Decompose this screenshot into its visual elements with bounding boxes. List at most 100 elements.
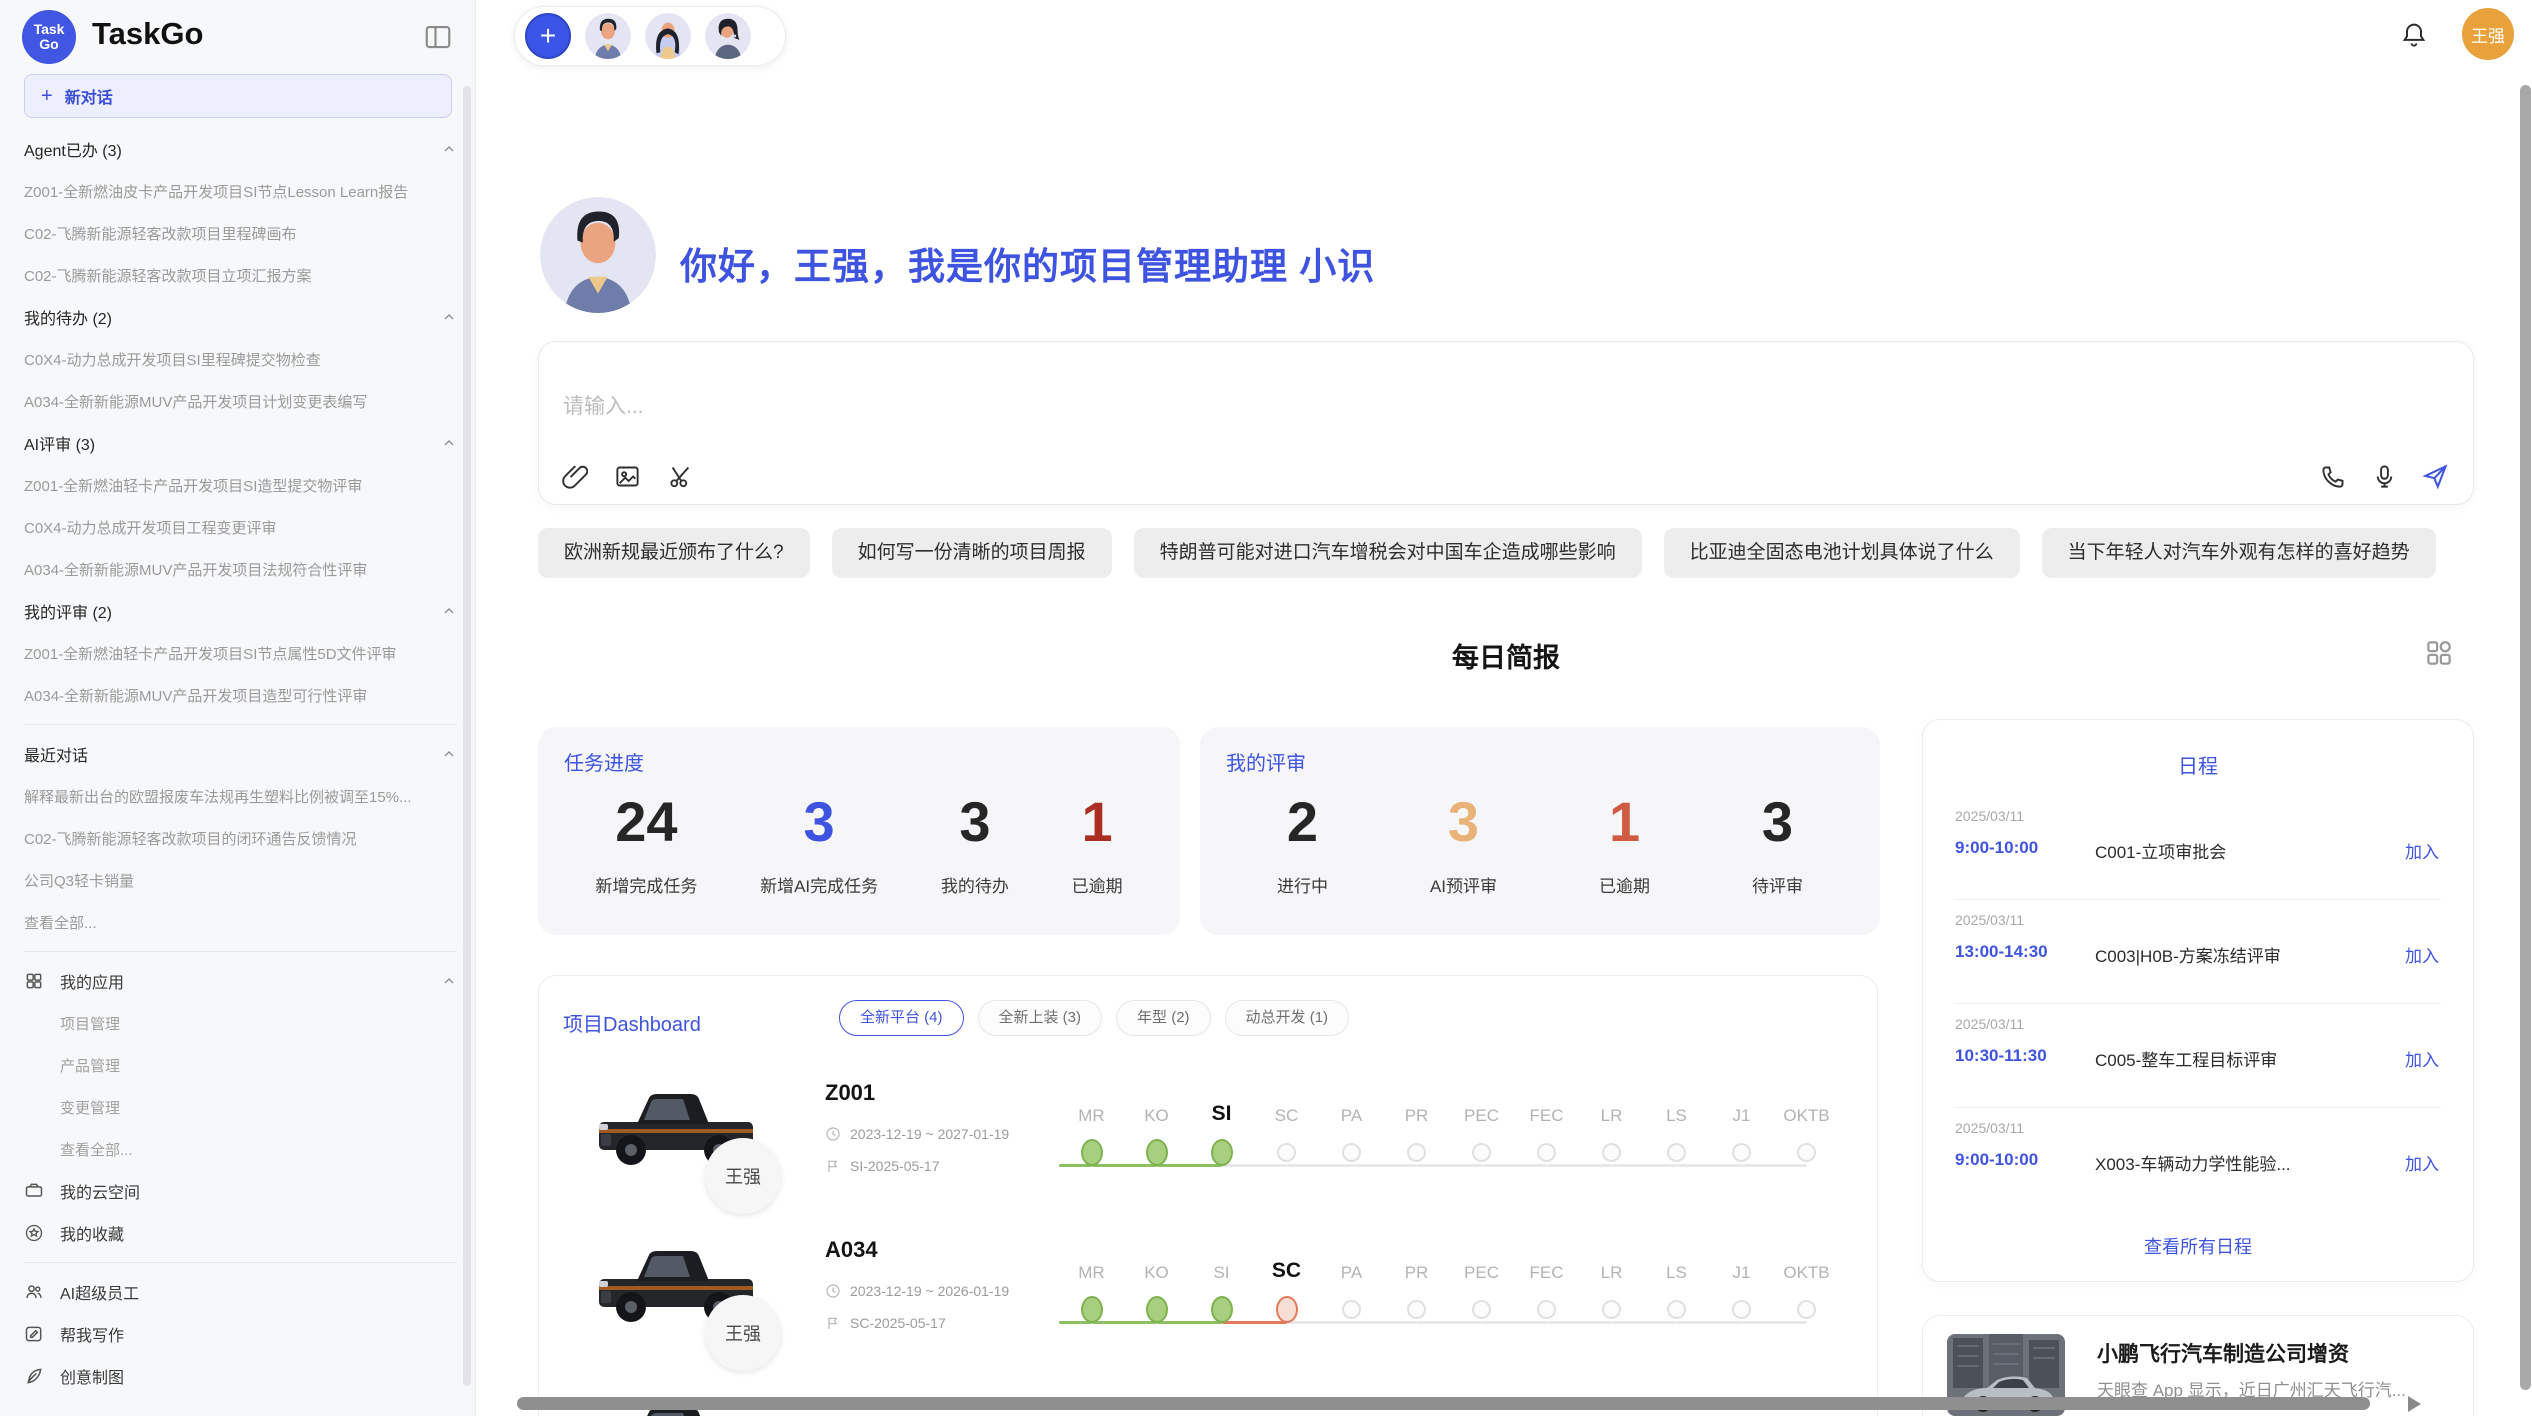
schedule-meeting-title: C001-立项审批会	[2095, 838, 2226, 863]
dashboard-tab[interactable]: 年型 (2)	[1116, 1000, 1211, 1036]
milestone-track: MRKOSISCPAPRPECFECLRLSJ1OKTB	[1059, 1076, 1841, 1186]
dashboard-tabs: 全新平台 (4) 全新上装 (3) 年型 (2) 动总开发 (1)	[839, 1000, 1349, 1036]
dashboard-tab[interactable]: 全新平台 (4)	[839, 1000, 964, 1036]
milestone-dot-wrapper	[1189, 1289, 1254, 1329]
suggestion-chip[interactable]: 当下年轻人对汽车外观有怎样的喜好趋势	[2042, 528, 2436, 578]
assistant-greeting: 你好，王强，我是你的项目管理助理 小识	[680, 236, 1375, 290]
avatar[interactable]	[585, 13, 631, 59]
join-meeting-link[interactable]: 加入	[2405, 942, 2439, 967]
suggestion-chip[interactable]: 如何写一份清晰的项目周报	[832, 528, 1112, 578]
sidebar-item[interactable]: Z001-全新燃油皮卡产品开发项目SI节点Lesson Learn报告	[24, 170, 457, 212]
divider	[24, 1262, 457, 1263]
sidebar-item-ai-super-staff[interactable]: AI超级员工	[24, 1271, 457, 1313]
send-icon[interactable]	[2422, 463, 2449, 490]
new-chat-button[interactable]: + 新对话	[24, 74, 452, 118]
stat-label: 待评审	[1752, 872, 1803, 897]
app-sub-item[interactable]: 产品管理	[24, 1044, 457, 1086]
schedule-item[interactable]: 2025/03/1113:00-14:30C003|H0B-方案冻结评审加入	[1923, 900, 2473, 1004]
horizontal-scrollbar-thumb[interactable]	[517, 1397, 2370, 1410]
project-row[interactable]: 王强Z0012023-12-19 ~ 2027-01-19SI-2025-05-…	[539, 1072, 1877, 1229]
schedule-item[interactable]: 2025/03/1110:30-11:30C005-整车工程目标评审加入	[1923, 1004, 2473, 1108]
stat-row: 24新增完成任务3新增AI完成任务3我的待办1已逾期	[564, 790, 1154, 897]
avatar[interactable]	[705, 13, 751, 59]
suggestion-chip[interactable]: 特朗普可能对进口汽车增税会对中国车企造成哪些影响	[1134, 528, 1642, 578]
assistant-avatar	[540, 197, 656, 313]
sidebar-scrollbar-thumb[interactable]	[463, 86, 471, 1386]
schedule-item[interactable]: 2025/03/119:00-10:00X003-车辆动力学性能验...加入	[1923, 1108, 2473, 1212]
favorites-icon	[24, 1223, 44, 1243]
milestone-dot	[1472, 1143, 1491, 1162]
suggestion-chip[interactable]: 欧洲新规最近颁布了什么?	[538, 528, 810, 578]
sidebar-section-header[interactable]: AI评审 (3)	[24, 422, 457, 464]
chat-input[interactable]: 请输入...	[563, 390, 644, 420]
sidebar-section-header[interactable]: 我的评审 (2)	[24, 590, 457, 632]
stat-item: 2进行中	[1277, 790, 1328, 897]
apps-view-all[interactable]: 查看全部...	[24, 1128, 457, 1170]
stat-row: 2进行中3AI预评审1已逾期3待评审	[1226, 790, 1854, 897]
scissors-icon[interactable]	[667, 463, 694, 490]
my-apps-label: 我的应用	[60, 969, 441, 993]
milestone-dot	[1602, 1300, 1621, 1319]
project-row[interactable]: 王强A0342023-12-19 ~ 2026-01-19SC-2025-05-…	[539, 1229, 1877, 1386]
user-avatar[interactable]: 王强	[2462, 8, 2514, 60]
sidebar-item[interactable]: C02-飞腾新能源轻客改款项目立项汇报方案	[24, 254, 457, 296]
recent-conversation-item[interactable]: 解释最新出台的欧盟报废车法规再生塑料比例被调至15%...	[24, 775, 457, 817]
milestone-dot	[1667, 1300, 1686, 1319]
stat-value: 3	[760, 790, 878, 854]
schedule-date: 2025/03/11	[1955, 1016, 2024, 1032]
phone-call-icon[interactable]	[2320, 463, 2347, 490]
sidebar-item[interactable]: C02-飞腾新能源轻客改款项目里程碑画布	[24, 212, 457, 254]
suggestion-chip[interactable]: 比亚迪全固态电池计划具体说了什么	[1664, 528, 2020, 578]
recent-conversation-item[interactable]: C02-飞腾新能源轻客改款项目的闭环通告反馈情况	[24, 817, 457, 859]
vertical-scrollbar-thumb[interactable]	[2520, 85, 2531, 1390]
sidebar-section-header[interactable]: 我的待办 (2)	[24, 296, 457, 338]
attach-file-icon[interactable]	[561, 463, 588, 490]
schedule-time: 9:00-10:00	[1955, 838, 2038, 858]
new-chat-label: 新对话	[65, 84, 113, 108]
divider	[24, 724, 457, 725]
schedule-list: 2025/03/119:00-10:00C001-立项审批会加入2025/03/…	[1923, 796, 2473, 1212]
sidebar-item[interactable]: A034-全新新能源MUV产品开发项目法规符合性评审	[24, 548, 457, 590]
sidebar-item-help-me-write[interactable]: 帮我写作	[24, 1313, 457, 1355]
milestone-label: PA	[1319, 1076, 1384, 1132]
join-meeting-link[interactable]: 加入	[2405, 838, 2439, 863]
join-meeting-link[interactable]: 加入	[2405, 1150, 2439, 1175]
app-sub-item[interactable]: 项目管理	[24, 1002, 457, 1044]
join-meeting-link[interactable]: 加入	[2405, 1046, 2439, 1071]
milestone: OKTB	[1774, 1076, 1839, 1172]
sidebar-item-my-apps[interactable]: 我的应用	[24, 960, 457, 1002]
notifications-bell-icon[interactable]	[2400, 20, 2428, 48]
view-all-schedule-link[interactable]: 查看所有日程	[1923, 1233, 2473, 1259]
sidebar-collapse-icon[interactable]	[423, 22, 453, 52]
new-conversation-button[interactable]: +	[525, 13, 571, 59]
layout-grid-icon[interactable]	[2424, 638, 2454, 668]
sidebar-item[interactable]: Z001-全新燃油轻卡产品开发项目SI造型提交物评审	[24, 464, 457, 506]
sidebar-item[interactable]: C0X4-动力总成开发项目工程变更评审	[24, 506, 457, 548]
recent-conversation-item[interactable]: 公司Q3轻卡销量	[24, 859, 457, 901]
schedule-item[interactable]: 2025/03/119:00-10:00C001-立项审批会加入	[1923, 796, 2473, 900]
sidebar-item[interactable]: A034-全新新能源MUV产品开发项目计划变更表编写	[24, 380, 457, 422]
avatar[interactable]	[645, 13, 691, 59]
microphone-icon[interactable]	[2371, 463, 2398, 490]
milestone-label: PEC	[1449, 1076, 1514, 1132]
sidebar-item[interactable]: Z001-全新燃油轻卡产品开发项目SI节点属性5D文件评审	[24, 632, 457, 674]
scroll-right-arrow-icon[interactable]	[2408, 1396, 2421, 1412]
news-title: 小鹏飞行汽车制造公司增资	[2097, 1338, 2349, 1368]
milestone-label: J1	[1709, 1076, 1774, 1132]
milestone-dot	[1797, 1300, 1816, 1319]
stat-label: 已逾期	[1072, 872, 1123, 897]
sidebar-section-recent[interactable]: 最近对话	[24, 733, 457, 775]
sidebar-item-cloud-space[interactable]: 我的云空间	[24, 1170, 457, 1212]
sidebar-item-creative-drawing[interactable]: 创意制图	[24, 1355, 457, 1397]
app-sub-item[interactable]: 变更管理	[24, 1086, 457, 1128]
dashboard-tab[interactable]: 动总开发 (1)	[1225, 1000, 1350, 1036]
sidebar-section-header[interactable]: Agent已办 (3)	[24, 128, 457, 170]
chevron-up-icon	[441, 435, 457, 451]
sidebar-item[interactable]: A034-全新新能源MUV产品开发项目造型可行性评审	[24, 674, 457, 716]
milestone-dot-wrapper	[1709, 1132, 1774, 1172]
image-icon[interactable]	[614, 463, 641, 490]
recent-view-all[interactable]: 查看全部...	[24, 901, 457, 943]
sidebar-item-favorites[interactable]: 我的收藏	[24, 1212, 457, 1254]
dashboard-tab[interactable]: 全新上装 (3)	[978, 1000, 1103, 1036]
sidebar-item[interactable]: C0X4-动力总成开发项目SI里程碑提交物检查	[24, 338, 457, 380]
